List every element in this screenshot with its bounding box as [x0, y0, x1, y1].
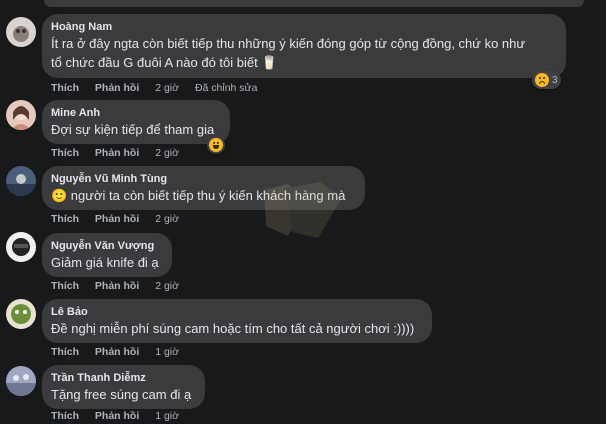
- comment-actions: Thích Phản hồi 2 giờ: [51, 280, 192, 292]
- like-button[interactable]: Thích: [51, 346, 79, 358]
- comment-text-line: Ít ra ở đây ngta còn biết tiếp thu những…: [51, 36, 526, 51]
- like-button[interactable]: Thích: [51, 147, 79, 159]
- comment-bubble: Nguyễn Vũ Minh Tùng 🙂 người ta còn biết …: [42, 166, 365, 210]
- comment-text-line: Giảm giá knife đi ạ: [51, 255, 159, 270]
- comment-actions: Thích Phản hồi 2 giờ: [51, 213, 192, 225]
- previous-comment-bubble-edge: [44, 0, 584, 7]
- avatar-image: [6, 232, 36, 262]
- comment-text-line: tổ chức đầu G đuôi A nào đó tôi biết 🥛: [51, 55, 278, 70]
- comment-author[interactable]: Nguyễn Vũ Minh Tùng: [51, 172, 354, 186]
- haha-reaction-icon: [209, 138, 223, 152]
- comment-timestamp[interactable]: 1 giờ: [155, 410, 179, 422]
- comment-timestamp[interactable]: 2 giờ: [155, 213, 179, 225]
- comment-text-line: Đợi sự kiện tiếp để tham gia: [51, 122, 215, 137]
- reply-button[interactable]: Phản hồi: [95, 82, 139, 94]
- comment-author[interactable]: Trần Thanh Diễmz: [51, 371, 194, 385]
- edited-label[interactable]: Đã chỉnh sửa: [195, 82, 257, 94]
- comment-timestamp[interactable]: 2 giờ: [155, 280, 179, 292]
- avatar-image: [6, 17, 36, 47]
- like-button[interactable]: Thích: [51, 280, 79, 292]
- avatar[interactable]: [6, 299, 36, 329]
- like-button[interactable]: Thích: [51, 410, 79, 422]
- comment-text-line: 🙂 người ta còn biết tiếp thu ý kiến khác…: [51, 188, 346, 203]
- reply-button[interactable]: Phản hồi: [95, 213, 139, 225]
- comment-author[interactable]: Hoàng Nam: [51, 20, 555, 34]
- avatar[interactable]: [6, 100, 36, 130]
- comment-timestamp[interactable]: 2 giờ: [155, 147, 179, 159]
- comment-bubble: Lê Bảo Đề nghị miễn phí súng cam hoặc tí…: [42, 299, 432, 343]
- reaction-summary[interactable]: [207, 136, 225, 154]
- comment-text-line: Đề nghị miễn phí súng cam hoặc tím cho t…: [51, 321, 415, 336]
- avatar-image: [6, 299, 36, 329]
- comment-bubble: Mine Anh Đợi sự kiện tiếp để tham gia: [42, 100, 230, 144]
- reply-button[interactable]: Phản hồi: [95, 147, 139, 159]
- reaction-summary[interactable]: 3: [532, 71, 561, 89]
- comment-author[interactable]: Lê Bảo: [51, 305, 421, 319]
- avatar-image: [6, 166, 36, 196]
- comment-actions: Thích Phản hồi 2 giờ Đã chỉnh sửa: [51, 82, 270, 94]
- avatar[interactable]: [6, 232, 36, 262]
- comment-actions: Thích Phản hồi 1 giờ: [51, 346, 192, 358]
- like-button[interactable]: Thích: [51, 213, 79, 225]
- comment-bubble: Nguyễn Văn Vượng Giảm giá knife đi ạ: [42, 233, 172, 277]
- avatar-image: [6, 366, 36, 396]
- avatar-image: [6, 100, 36, 130]
- comment-actions: Thích Phản hồi 2 giờ: [51, 147, 192, 159]
- comment-timestamp[interactable]: 1 giờ: [155, 346, 179, 358]
- avatar[interactable]: [6, 17, 36, 47]
- comment-actions: Thích Phản hồi 1 giờ: [51, 410, 192, 422]
- reply-button[interactable]: Phản hồi: [95, 346, 139, 358]
- comment-bubble: Trần Thanh Diễmz Tặng free súng cam đi ạ: [42, 365, 205, 409]
- reply-button[interactable]: Phản hồi: [95, 410, 139, 422]
- reaction-count: 3: [552, 74, 558, 86]
- comment-timestamp[interactable]: 2 giờ: [155, 82, 179, 94]
- comment-text-line: Tặng free súng cam đi ạ: [51, 387, 192, 402]
- sad-reaction-icon: [535, 73, 549, 87]
- comment-bubble: Hoàng Nam Ít ra ở đây ngta còn biết tiếp…: [42, 14, 566, 78]
- comment-author[interactable]: Mine Anh: [51, 106, 219, 120]
- avatar[interactable]: [6, 366, 36, 396]
- avatar[interactable]: [6, 166, 36, 196]
- comment-author[interactable]: Nguyễn Văn Vượng: [51, 239, 161, 253]
- like-button[interactable]: Thích: [51, 82, 79, 94]
- reply-button[interactable]: Phản hồi: [95, 280, 139, 292]
